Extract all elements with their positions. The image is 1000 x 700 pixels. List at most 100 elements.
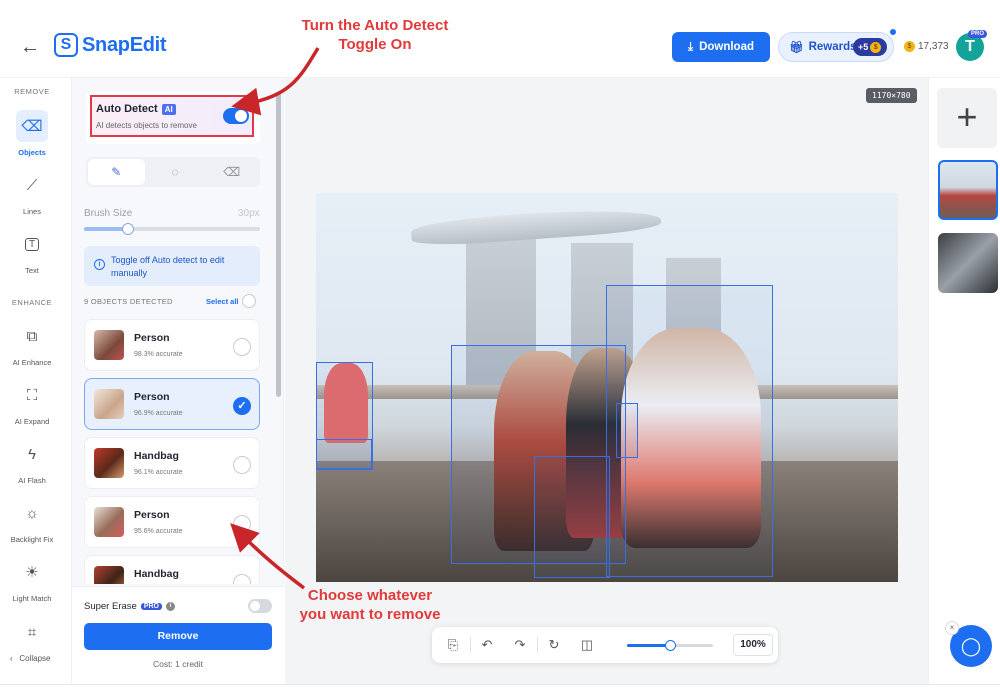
rewards-bonus-badge: +5 $	[853, 38, 887, 56]
detection-box[interactable]	[534, 456, 610, 578]
zoom-level[interactable]: 100%	[733, 634, 773, 656]
collapse-label: Collapse	[19, 654, 51, 663]
notification-dot	[889, 28, 897, 36]
tool-rail: REMOVE ⌫ Objects ⟋ Lines T Text ENHANCE …	[0, 78, 72, 684]
avatar-pro-badge: PRO	[968, 30, 988, 38]
object-radio[interactable]	[233, 456, 251, 474]
chevron-left-icon: ‹	[10, 654, 13, 663]
object-radio[interactable]	[233, 574, 251, 584]
object-accuracy: 96.1% accurate	[134, 469, 183, 476]
tool-backlight-fix[interactable]: ☼ Backlight Fix	[0, 497, 64, 545]
annotation-top: Turn the Auto Detect Toggle On	[301, 17, 449, 53]
slider-handle[interactable]	[122, 223, 134, 235]
rewards-label: Rewards	[808, 41, 857, 53]
object-thumbnail	[94, 507, 124, 537]
download-icon: ⤓	[687, 40, 694, 53]
credit-count: 17,373	[918, 41, 949, 52]
object-accuracy: 98.3% accurate	[134, 351, 183, 358]
brush-mode-icon[interactable]: ✎	[88, 159, 145, 185]
collapse-button[interactable]: ‹ Collapse	[10, 654, 50, 663]
download-button[interactable]: ⤓ Download	[672, 32, 770, 62]
zoom-fill	[627, 644, 670, 647]
eraser-mode-icon[interactable]: ⌫	[203, 157, 260, 187]
undo-icon[interactable]: ↶	[478, 636, 496, 654]
list-item[interactable]: Person 95.6% accurate	[84, 496, 260, 548]
object-radio[interactable]	[233, 515, 251, 533]
skypark-roof	[410, 204, 662, 248]
image-thumbnail-2[interactable]	[938, 233, 998, 293]
rewards-bonus-value: +5	[858, 42, 869, 52]
add-image-button[interactable]: +	[937, 88, 997, 148]
annotation-bottom: Choose whatever you want to remove	[299, 587, 441, 623]
tool-ai-enhance[interactable]: ⧉ AI Enhance	[0, 320, 64, 368]
tool-ai-expand[interactable]: ⛶ AI Expand	[0, 379, 64, 427]
expand-icon: ⛶	[26, 386, 38, 404]
feedback-icon[interactable]: ⎘	[444, 636, 462, 654]
tool-ai-flash[interactable]: ϟ AI Flash	[0, 438, 64, 486]
enhance-section-label: ENHANCE	[11, 298, 53, 307]
brush-size-slider[interactable]	[84, 223, 260, 235]
text-icon: T	[16, 228, 48, 260]
close-icon[interactable]: ×	[945, 621, 959, 635]
remove-button[interactable]: Remove	[84, 623, 272, 650]
tool-crop[interactable]: ⌗	[0, 616, 64, 648]
image-thumbnail-1[interactable]	[938, 160, 998, 220]
tool-lines[interactable]: ⟋ Lines	[0, 169, 64, 217]
object-name: Person	[134, 509, 170, 521]
object-thumbnail	[94, 330, 124, 360]
download-label: Download	[699, 41, 755, 53]
zoom-slider[interactable]	[627, 640, 713, 651]
super-erase-toggle[interactable]	[248, 599, 272, 613]
zoom-handle[interactable]	[664, 640, 676, 651]
object-accuracy: 96.9% accurate	[134, 410, 183, 417]
manual-edit-hint: i Toggle off Auto detect to edit manuall…	[84, 246, 260, 286]
tool-label: Light Match	[12, 594, 52, 603]
credit-balance: $ 17,373	[904, 41, 949, 52]
list-item[interactable]: Handbag 96.1% accurate	[84, 437, 260, 489]
eraser-icon: ⌫	[16, 110, 48, 142]
select-all-radio[interactable]	[242, 294, 256, 308]
remove-section-label: REMOVE	[14, 87, 50, 96]
tool-light-match[interactable]: ☀ Light Match	[0, 556, 64, 603]
logo-text: SnapEdit	[82, 33, 167, 56]
redo-icon[interactable]: ↷	[511, 636, 529, 654]
tool-label: AI Enhance	[12, 358, 52, 367]
select-all-link[interactable]: Select all	[206, 297, 239, 306]
app-logo[interactable]: S SnapEdit	[54, 33, 167, 57]
list-item[interactable]: Person 96.9% accurate ✓	[84, 378, 260, 430]
lasso-mode-icon[interactable]: ◌	[147, 157, 204, 187]
object-thumbnail	[94, 448, 124, 478]
rewards-button[interactable]: 🎁︎ Rewards +5 $	[778, 28, 897, 62]
tool-label: Lines	[23, 207, 41, 216]
info-icon[interactable]: i	[165, 602, 175, 611]
auto-detect-label: Auto Detect	[96, 103, 158, 115]
list-item[interactable]: Person 98.3% accurate	[84, 319, 260, 371]
info-icon: i	[94, 259, 105, 270]
coin-icon: $	[904, 41, 915, 52]
auto-detect-toggle[interactable]	[223, 108, 249, 124]
bulb-icon: ☀	[25, 564, 39, 581]
ai-badge: AI	[161, 103, 176, 115]
reset-icon[interactable]: ↻	[545, 636, 563, 654]
photo-canvas[interactable]	[316, 193, 898, 582]
check-icon[interactable]: ✓	[233, 397, 251, 415]
tool-text[interactable]: T Text	[0, 228, 64, 275]
line-icon: ⟋	[26, 176, 38, 194]
auto-detect-title: Auto Detect AI	[96, 103, 176, 115]
detection-box[interactable]	[616, 403, 638, 458]
gift-icon: 🎁︎	[789, 42, 804, 54]
pro-badge: PRO	[140, 603, 162, 610]
panel-scrollbar[interactable]	[276, 92, 281, 397]
back-arrow-icon[interactable]: ←	[20, 35, 44, 59]
divider	[470, 637, 471, 653]
detection-box[interactable]	[316, 439, 372, 469]
hint-text: Toggle off Auto detect to edit manually	[111, 255, 225, 278]
object-name: Handbag	[134, 568, 179, 580]
tool-label: AI Flash	[18, 476, 46, 485]
compare-icon[interactable]: ◫	[578, 636, 596, 654]
list-item[interactable]: Handbag	[84, 555, 260, 584]
object-radio[interactable]	[233, 338, 251, 356]
tool-objects[interactable]: ⌫ Objects	[0, 110, 64, 157]
object-name: Handbag	[134, 450, 179, 462]
crop-icon: ⌗	[27, 623, 37, 641]
